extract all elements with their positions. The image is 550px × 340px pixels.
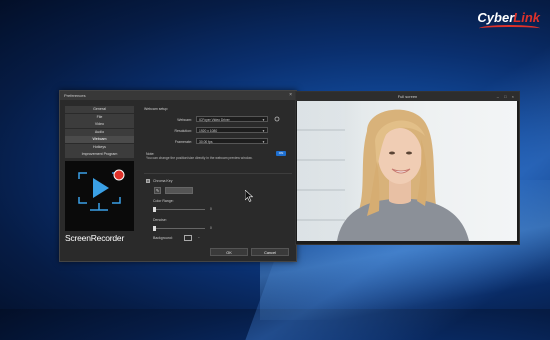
note-text: You can change the position/size directl… xyxy=(146,156,253,160)
sidebar-item-audio[interactable]: Audio xyxy=(65,128,134,136)
note-toggle[interactable]: ON xyxy=(276,151,286,156)
screenrecorder-logo xyxy=(65,161,134,231)
denoise-label: Denoise: xyxy=(153,218,167,222)
fullscreen-preview-window: Full screen – □ × xyxy=(295,91,520,245)
preview-titlebar: Full screen – □ × xyxy=(296,92,519,101)
sidebar-item-video[interactable]: Video xyxy=(65,121,134,128)
chroma-key-label: Chroma Key xyxy=(153,179,173,183)
chroma-key-checkbox[interactable] xyxy=(146,179,150,183)
webcam-label: Webcam: xyxy=(177,118,192,122)
framerate-label: Framerate: xyxy=(174,140,192,144)
sidebar-item-hotkeys[interactable]: Hotkeys xyxy=(65,143,134,151)
screen-record-icon xyxy=(78,169,125,211)
chevron-down-icon: ▼ xyxy=(262,140,265,144)
slider-knob[interactable] xyxy=(153,207,156,212)
background-label: Background: xyxy=(153,236,173,240)
resolution-label: Resolution: xyxy=(174,129,192,133)
webcam-preview xyxy=(297,101,517,241)
preferences-sidebar: General File Video Audio Webcam Hotkeys … xyxy=(65,106,134,159)
color-range-value: 0 xyxy=(210,207,212,211)
denoise-slider[interactable] xyxy=(153,226,205,231)
eyedropper-icon[interactable]: ✎ xyxy=(154,187,161,194)
cyberlink-logo: Cyber Link xyxy=(477,10,540,27)
cancel-button[interactable]: Cancel xyxy=(251,248,289,256)
framerate-dropdown[interactable]: 30.00 fps ▼ xyxy=(196,138,268,144)
webcam-setup-label: Webcam setup: xyxy=(144,107,169,111)
window-controls[interactable]: – □ × xyxy=(497,92,516,101)
framerate-value: 30.00 fps xyxy=(199,140,213,144)
denoise-value: 0 xyxy=(210,226,212,230)
preferences-dialog: Preferences × General File Video Audio W… xyxy=(59,90,297,262)
product-name: ScreenRecorder xyxy=(65,233,125,243)
sidebar-item-improvement-program[interactable]: Improvement Program xyxy=(65,151,134,158)
sidebar-item-general[interactable]: General xyxy=(65,106,134,113)
slider-knob[interactable] xyxy=(153,226,156,231)
sidebar-item-webcam[interactable]: Webcam xyxy=(65,136,134,143)
background-image-icon[interactable] xyxy=(184,235,192,241)
logo-text: Cyber xyxy=(477,10,515,25)
color-range-slider[interactable] xyxy=(153,207,205,212)
settings-icon[interactable] xyxy=(274,116,280,122)
chroma-color-swatch[interactable] xyxy=(165,187,193,194)
webcam-settings-panel: Webcam setup: Webcam: ICFoyer Video Driv… xyxy=(144,105,292,245)
logo-swoosh xyxy=(479,25,540,32)
divider xyxy=(144,173,292,174)
sidebar-item-file[interactable]: File xyxy=(65,113,134,121)
resolution-dropdown[interactable]: 1920 x 1080 ▼ xyxy=(196,127,268,133)
dialog-title: Preferences xyxy=(64,93,86,98)
logo-text-red: Link xyxy=(513,10,540,25)
webcam-value: ICFoyer Video Driver xyxy=(199,118,230,122)
dialog-titlebar: Preferences × xyxy=(60,91,296,100)
background-transparent-icon[interactable]: ⌐ xyxy=(195,235,203,241)
webcam-dropdown[interactable]: ICFoyer Video Driver ▼ xyxy=(196,116,268,122)
ok-button[interactable]: OK xyxy=(210,248,248,256)
chevron-down-icon: ▼ xyxy=(262,118,265,122)
color-range-label: Color Range: xyxy=(153,199,174,203)
mouse-cursor-icon xyxy=(245,190,253,202)
chevron-down-icon: ▼ xyxy=(262,129,265,133)
person-image xyxy=(337,109,469,241)
close-icon[interactable]: × xyxy=(289,91,292,100)
resolution-value: 1920 x 1080 xyxy=(199,129,218,133)
preview-title: Full screen xyxy=(397,94,418,99)
